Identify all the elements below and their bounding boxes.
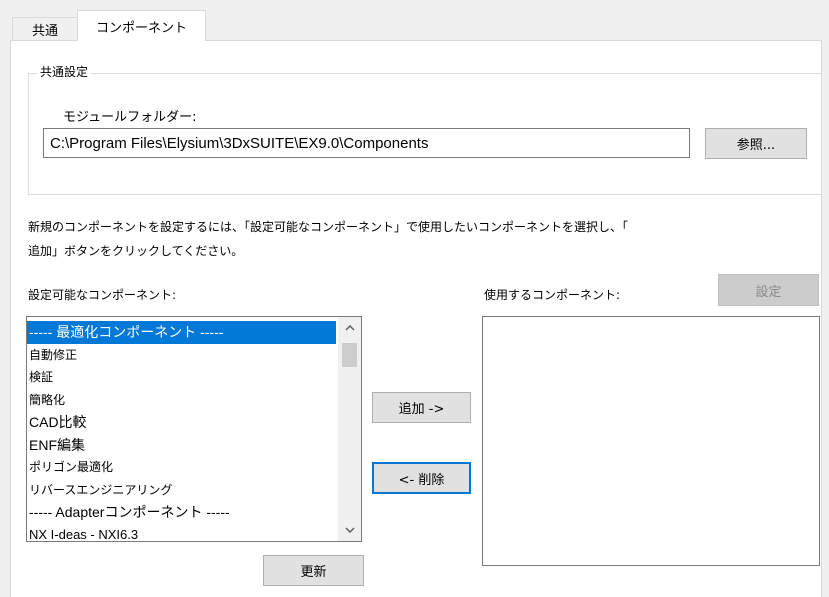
remove-button[interactable]: <- 削除 [372,462,471,494]
list-item[interactable]: 簡略化 [27,389,336,412]
instruction-line-2: 追加」ボタンをクリックしてください。 [28,244,244,258]
browse-button[interactable]: 参照... [705,128,807,159]
scrollbar-thumb[interactable] [342,343,357,367]
settings-button[interactable]: 設定 [718,274,819,306]
chevron-down-icon[interactable] [338,519,361,541]
tab-components-label: コンポーネント [95,20,187,36]
list-item[interactable]: ----- 最適化コンポーネント ----- [27,321,336,344]
list-item[interactable]: NX I-deas - NXI6.3 [27,524,336,542]
module-folder-field[interactable]: C:\Program Files\Elysium\3DxSUITE\EX9.0\… [43,128,690,158]
module-folder-label: モジュールフォルダー: [63,110,197,125]
list-scrollbar[interactable] [338,317,361,541]
refresh-button[interactable]: 更新 [263,555,364,586]
list-item[interactable]: ポリゴン最適化 [27,456,336,479]
list-item[interactable]: CAD比較 [27,411,336,434]
list-item[interactable]: ----- Adapterコンポーネント ----- [27,501,336,524]
list-item[interactable]: 検証 [27,366,336,389]
list-item[interactable]: ENF編集 [27,434,336,457]
instruction-line-1: 新規のコンポーネントを設定するには、「設定可能なコンポーネント」で使用したいコン… [28,220,629,234]
list-item[interactable]: 自動修正 [27,344,336,367]
tab-common[interactable]: 共通 [12,17,78,41]
used-components-list[interactable] [482,316,820,566]
tab-components[interactable]: コンポーネント [77,10,206,41]
chevron-up-icon[interactable] [338,317,361,339]
available-components-label: 設定可能なコンポーネント: [28,288,177,302]
group-title: 共通設定 [37,63,92,80]
add-button[interactable]: 追加 -> [372,392,471,423]
available-components-list[interactable]: ----- 最適化コンポーネント ----- 自動修正 検証 簡略化 CAD比較 ENF編… [26,316,362,542]
used-components-label: 使用するコンポーネント: [484,288,621,302]
tab-common-label: 共通 [31,24,58,39]
list-item[interactable]: リバースエンジニアリング [27,479,336,502]
